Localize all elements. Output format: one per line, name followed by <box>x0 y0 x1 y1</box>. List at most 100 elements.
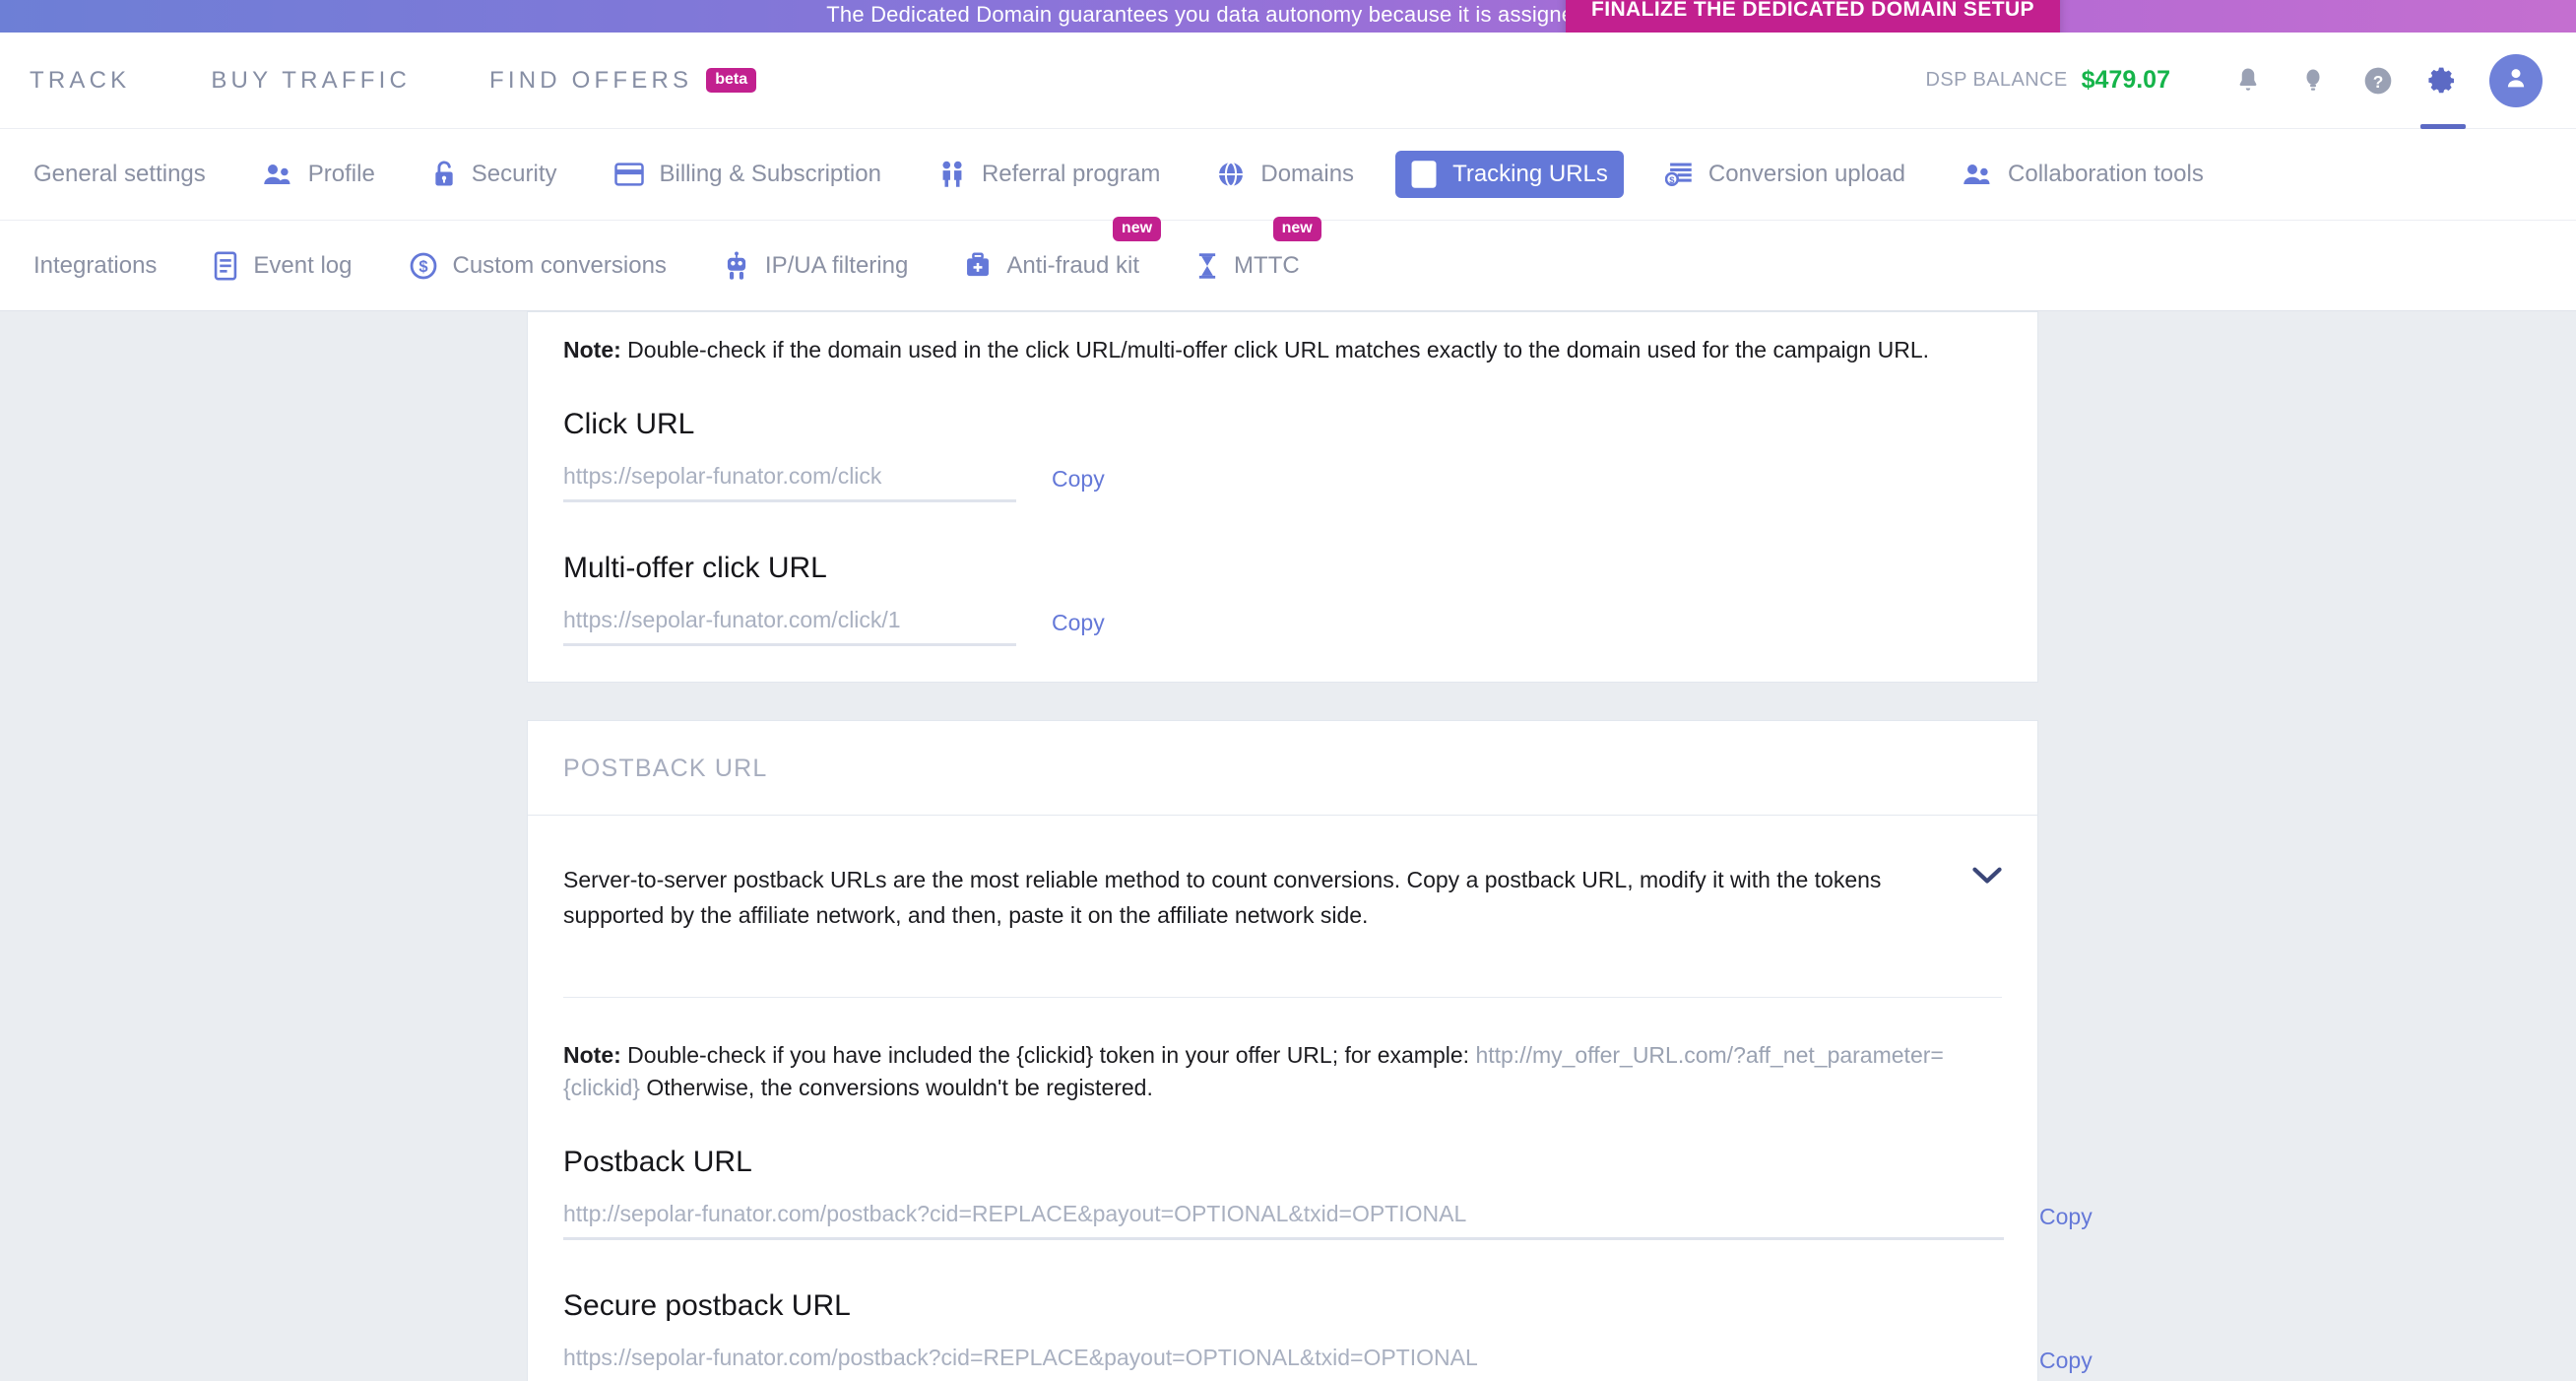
multi-offer-click-url-value: https://sepolar-funator.com/click/1 <box>563 607 901 633</box>
dsp-balance-value: $479.07 <box>2081 66 2170 94</box>
multi-offer-click-url-input[interactable]: https://sepolar-funator.com/click/1 <box>563 607 1016 647</box>
subnav-label: Security <box>471 161 557 187</box>
subnav-label: Referral program <box>981 161 1161 187</box>
new-badge: new <box>1112 216 1162 241</box>
subnav-label: Conversion upload <box>1707 161 1906 187</box>
postback-url-input[interactable]: http://sepolar-funator.com/postback?cid=… <box>563 1201 2004 1241</box>
lock-icon <box>432 161 456 188</box>
gear-icon <box>2427 65 2459 97</box>
settings-subnav-row-1: General settings Profile Security Billin… <box>0 128 2576 220</box>
note-prefix: Note: <box>563 337 621 362</box>
top-navigation-bar: TRACK BUY TRAFFIC FIND OFFERS beta DSP B… <box>0 33 2576 129</box>
copy-click-url-button[interactable]: Copy <box>1052 466 1105 502</box>
upload-money-icon: $ <box>1664 162 1693 187</box>
settings-button[interactable] <box>2411 48 2476 129</box>
subnav-label: Billing & Subscription <box>659 161 881 187</box>
nav-find-offers-label: FIND OFFERS <box>489 66 693 94</box>
sidebar-item-collaboration-tools[interactable]: Collaboration tools <box>1947 151 2220 198</box>
people-icon <box>1963 162 1992 187</box>
settings-content-column: Note: Double-check if the domain used in… <box>527 311 2093 1381</box>
subnav-label: Anti-fraud kit <box>1006 251 1140 279</box>
sidebar-item-custom-conversions[interactable]: $ Custom conversions <box>394 242 682 290</box>
nav-track[interactable]: TRACK <box>30 67 171 95</box>
secure-postback-url-input[interactable]: https://sepolar-funator.com/postback?cid… <box>563 1345 2004 1381</box>
globe-icon <box>1217 161 1245 188</box>
svg-text:$: $ <box>419 256 427 275</box>
sidebar-item-referral-program[interactable]: Referral program <box>923 151 1176 198</box>
user-icon <box>2501 63 2531 98</box>
subnav-label: Collaboration tools <box>2008 161 2204 187</box>
secure-postback-url-label: Secure postback URL <box>563 1289 851 1323</box>
copy-multi-offer-click-url-button[interactable]: Copy <box>1052 610 1105 646</box>
subnav-label: Event log <box>253 251 353 279</box>
postback-url-card-inner: Note: Double-check if you have included … <box>528 998 2093 1381</box>
notifications-button[interactable] <box>2216 48 2281 113</box>
sidebar-item-billing-subscription[interactable]: Billing & Subscription <box>599 151 897 198</box>
sidebar-item-ip-ua-filtering[interactable]: IP/UA filtering <box>708 241 924 291</box>
copy-postback-url-button[interactable]: Copy <box>2039 1204 2093 1240</box>
secure-postback-url-field-row: https://sepolar-funator.com/postback?cid… <box>563 1345 2093 1381</box>
card-icon <box>613 163 644 186</box>
chevron-down-icon[interactable] <box>1949 863 2002 889</box>
sidebar-item-conversion-upload[interactable]: $ Conversion upload <box>1649 151 1921 198</box>
sidebar-item-anti-fraud-kit[interactable]: Anti-fraud kit new <box>949 216 1162 290</box>
sidebar-item-domains[interactable]: Domains <box>1201 151 1370 198</box>
subnav-label: Tracking URLs <box>1452 161 1608 187</box>
top-nav-actions: DSP BALANCE $479.07 ? <box>1925 48 2543 129</box>
robot-icon <box>724 250 749 281</box>
click-url-label: Click URL <box>563 408 695 441</box>
dsp-balance-label: DSP BALANCE <box>1925 69 2068 91</box>
sidebar-item-general-settings[interactable]: General settings <box>18 151 222 198</box>
postback-url-label: Postback URL <box>563 1146 752 1179</box>
note-body: Double-check if you have included the {c… <box>620 1041 1476 1068</box>
subnav-label: MTTC <box>1234 251 1300 279</box>
subnav-label: Profile <box>307 161 375 187</box>
multi-offer-click-url-label: Multi-offer click URL <box>563 552 827 585</box>
tracking-icon <box>1411 161 1437 188</box>
finalize-dedicated-domain-button[interactable]: FINALIZE THE DEDICATED DOMAIN SETUP <box>1566 0 2060 33</box>
postback-url-description: Server-to-server postback URLs are the m… <box>563 867 1882 928</box>
multi-offer-click-url-field-row: https://sepolar-funator.com/click/1 Copy <box>563 607 2002 654</box>
click-url-value: https://sepolar-funator.com/click <box>563 463 882 490</box>
click-url-card-inner: Note: Double-check if the domain used in… <box>528 312 2037 682</box>
beta-badge: beta <box>706 68 757 93</box>
sidebar-item-event-log[interactable]: Event log <box>198 241 367 291</box>
nav-buy-traffic[interactable]: BUY TRAFFIC <box>211 67 452 95</box>
postback-url-value: http://sepolar-funator.com/postback?cid=… <box>563 1201 1467 1227</box>
subnav-label: IP/UA filtering <box>764 251 909 279</box>
postback-url-note: Note: Double-check if you have included … <box>563 998 2002 1105</box>
ideas-button[interactable] <box>2281 48 2346 113</box>
settings-subnav-row-2: Integrations Event log $ Custom conversi… <box>0 216 2576 311</box>
note-suffix: Otherwise, the conversions wouldn't be r… <box>639 1074 1153 1100</box>
lightbulb-icon <box>2298 65 2328 97</box>
referral-icon <box>938 161 966 188</box>
sidebar-item-profile[interactable]: Profile <box>247 151 391 198</box>
subnav-label: Integrations <box>33 251 158 279</box>
people-icon <box>263 162 292 187</box>
sidebar-item-tracking-urls[interactable]: Tracking URLs <box>1395 151 1624 198</box>
hourglass-icon <box>1196 252 1218 280</box>
note-prefix: Note: <box>563 1041 621 1068</box>
new-badge: new <box>1272 216 1321 241</box>
svg-text:?: ? <box>2373 71 2384 91</box>
postback-url-card-header: POSTBACK URL <box>528 721 2037 817</box>
bell-icon <box>2233 65 2263 97</box>
sidebar-item-mttc[interactable]: MTTC new <box>1181 216 1321 290</box>
nav-find-offers[interactable]: FIND OFFERS beta <box>489 67 798 95</box>
copy-secure-postback-url-button[interactable]: Copy <box>2039 1348 2093 1381</box>
help-button[interactable]: ? <box>2346 48 2411 113</box>
nav-buy-traffic-label: BUY TRAFFIC <box>211 66 412 94</box>
sidebar-item-security[interactable]: Security <box>417 151 573 198</box>
note-body: Double-check if the domain used in the c… <box>620 337 1929 362</box>
svg-text:$: $ <box>1669 174 1675 185</box>
user-avatar[interactable] <box>2489 53 2543 107</box>
log-icon <box>214 251 237 281</box>
postback-url-field-row: http://sepolar-funator.com/postback?cid=… <box>563 1201 2093 1248</box>
postback-url-card-title: POSTBACK URL <box>563 755 768 783</box>
click-url-input[interactable]: https://sepolar-funator.com/click <box>563 463 1016 503</box>
dollar-circle-icon: $ <box>410 252 437 280</box>
click-url-field-row: https://sepolar-funator.com/click Copy <box>563 463 2002 510</box>
help-icon: ? <box>2362 65 2394 97</box>
sidebar-item-integrations[interactable]: Integrations <box>18 242 172 290</box>
page-content: Note: Double-check if the domain used in… <box>0 311 2576 1381</box>
